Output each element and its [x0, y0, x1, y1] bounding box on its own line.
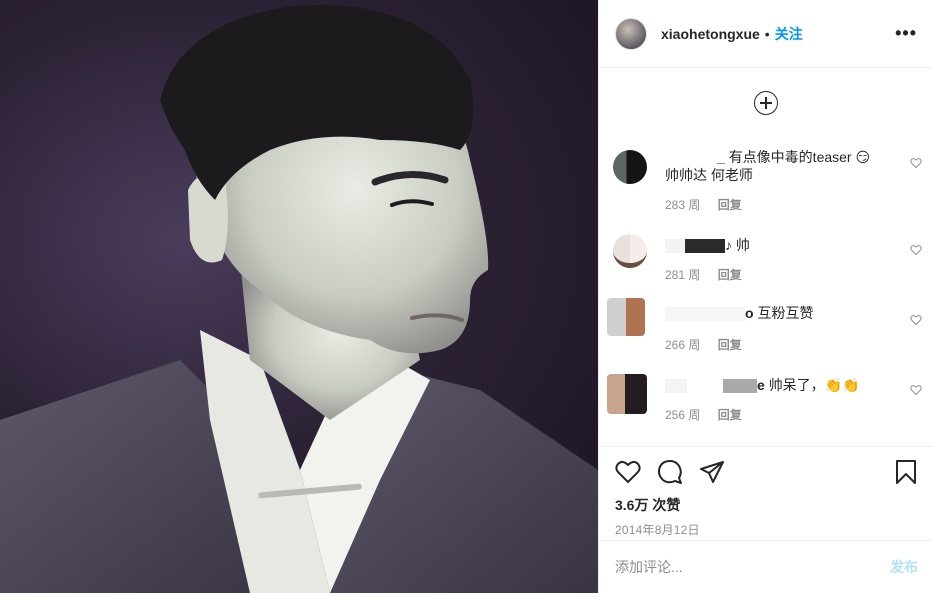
- post-header: xiaohetongxue • 关注 •••: [599, 0, 933, 68]
- reply-button[interactable]: 回复: [718, 408, 742, 422]
- comment-text-block: ♪ 帅: [665, 236, 900, 254]
- comment-text-line2: 帅帅达 何老师: [665, 167, 753, 183]
- comment-heart-icon[interactable]: [910, 157, 922, 169]
- comment-meta: 283 周 回复: [665, 196, 756, 213]
- post-actions: 3.6万 次赞 2014年8月12日: [599, 446, 933, 538]
- comment-heart-icon[interactable]: [910, 314, 922, 326]
- bookmark-icon[interactable]: [894, 459, 918, 485]
- heart-icon[interactable]: [615, 460, 641, 484]
- commenter-avatar[interactable]: [613, 150, 647, 184]
- post-detail-panel: xiaohetongxue • 关注 ••• _ 有点像中毒的teaser 😏 …: [598, 0, 933, 593]
- post-photo[interactable]: [0, 0, 598, 593]
- separator-dot: •: [764, 25, 770, 42]
- comment-text: 帅呆了，👏👏: [768, 377, 860, 393]
- comment-text: 互粉互赞: [757, 305, 814, 321]
- redacted-username: [665, 151, 717, 166]
- comment-age: 266 周: [665, 338, 701, 352]
- comment-text-block: o 互粉互赞: [665, 304, 900, 322]
- comment-text: 帅: [735, 237, 750, 253]
- comment-input[interactable]: [615, 559, 890, 575]
- commenter-avatar[interactable]: [607, 298, 645, 336]
- redacted-username-2: [723, 379, 757, 394]
- user-avatar[interactable]: [615, 17, 647, 50]
- comment-meta: 266 周 回复: [665, 336, 756, 353]
- likes-count[interactable]: 3.6万 次赞: [615, 495, 918, 515]
- comment-age: 281 周: [665, 268, 701, 282]
- redacted-username: [665, 307, 745, 322]
- username-link[interactable]: xiaohetongxue: [661, 26, 760, 42]
- action-icons-row: [615, 459, 918, 485]
- reply-button[interactable]: 回复: [718, 268, 742, 282]
- commenter-avatar[interactable]: [613, 234, 647, 268]
- commenter-avatar[interactable]: [607, 374, 647, 414]
- comment-text-block: e 帅呆了，👏👏: [665, 376, 900, 394]
- reply-button[interactable]: 回复: [718, 198, 742, 212]
- comment-heart-icon[interactable]: [910, 244, 922, 256]
- commenter-name[interactable]: ♪: [725, 236, 732, 254]
- reply-button[interactable]: 回复: [718, 338, 742, 352]
- post-comment-button[interactable]: 发布: [890, 557, 918, 577]
- follow-button[interactable]: 关注: [775, 24, 803, 44]
- load-more-comments: [599, 68, 933, 138]
- comment-meta: 281 周 回复: [665, 266, 756, 283]
- comment-age: 283 周: [665, 198, 701, 212]
- plus-circle-icon[interactable]: [754, 91, 778, 115]
- post-date[interactable]: 2014年8月12日: [615, 521, 918, 538]
- comment-text: 有点像中毒的teaser 😏: [728, 149, 871, 165]
- redacted-username: [665, 379, 687, 394]
- commenter-name[interactable]: e: [757, 376, 765, 394]
- add-comment-bar: 发布: [599, 540, 933, 593]
- comment-heart-icon[interactable]: [910, 384, 922, 396]
- comment-meta: 256 周 回复: [665, 406, 756, 423]
- redacted-username: [665, 239, 685, 254]
- more-options-icon[interactable]: •••: [895, 23, 917, 44]
- redacted-gap: [687, 379, 723, 394]
- portrait-image: [0, 4, 598, 593]
- commenter-name[interactable]: o: [745, 304, 754, 322]
- redacted-username-2: [685, 239, 725, 254]
- comment-icon[interactable]: [657, 459, 683, 485]
- comment-text-block: _ 有点像中毒的teaser 😏 帅帅达 何老师: [665, 148, 900, 184]
- comment-age: 256 周: [665, 408, 701, 422]
- commenter-name[interactable]: _: [717, 148, 725, 166]
- paper-plane-icon[interactable]: [699, 460, 725, 484]
